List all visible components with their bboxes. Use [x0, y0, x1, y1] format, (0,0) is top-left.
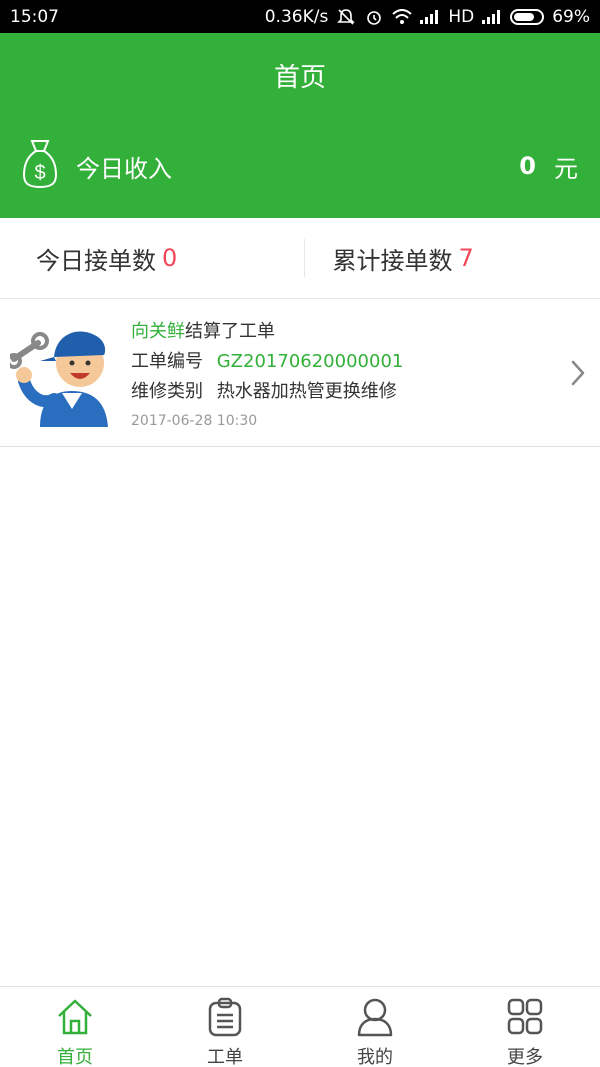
today-orders-value: 0 — [162, 244, 178, 272]
money-bag-icon: $ — [22, 139, 58, 193]
tab-home[interactable]: 首页 — [0, 987, 150, 1067]
income-label: 今日收入 — [76, 154, 172, 183]
income-unit: 元 — [554, 154, 578, 183]
order-list-item[interactable]: 向关鲜结算了工单 工单编号 GZ20170620000001 维修类别 热水器加… — [0, 299, 600, 447]
cell-signal-icon — [420, 8, 440, 26]
today-orders: 今日接单数 0 — [0, 241, 304, 276]
order-action: 结算了工单 — [185, 321, 275, 342]
wifi-icon — [392, 8, 412, 26]
mute-bell-icon — [336, 8, 356, 26]
battery-level: 69% — [552, 6, 590, 27]
network-speed: 0.36K/s — [264, 6, 329, 27]
tab-orders[interactable]: 工单 — [150, 987, 300, 1067]
bottom-tab-bar: 首页 工单 我的 更多 — [0, 986, 600, 1067]
order-timestamp: 2017-06-28 10:30 — [131, 413, 258, 429]
tab-mine-label: 我的 — [357, 1047, 393, 1067]
cell-signal-2-icon — [482, 8, 502, 26]
tab-more-label: 更多 — [507, 1047, 543, 1067]
home-header: 首页 $ 今日收入 0 元 — [0, 33, 600, 218]
repairman-avatar — [6, 319, 122, 427]
tab-mine[interactable]: 我的 — [300, 987, 450, 1067]
repair-type-label: 维修类别 — [131, 381, 203, 402]
alarm-icon — [364, 8, 384, 26]
order-summary: 向关鲜结算了工单 — [131, 317, 403, 347]
svg-text:$: $ — [34, 162, 45, 184]
today-income-row: $ 今日收入 0 元 — [22, 139, 578, 193]
user-icon — [356, 997, 394, 1041]
tab-home-label: 首页 — [57, 1047, 93, 1067]
order-number: GZ20170620000001 — [216, 351, 404, 372]
tab-more[interactable]: 更多 — [450, 987, 600, 1067]
order-stats: 今日接单数 0 累计接单数 7 — [0, 218, 600, 299]
total-orders: 累计接单数 7 — [303, 239, 600, 277]
today-orders-label: 今日接单数 — [36, 246, 156, 275]
signal-label: HD — [448, 6, 475, 27]
order-number-label: 工单编号 — [131, 351, 203, 372]
home-icon — [56, 997, 94, 1041]
tab-orders-label: 工单 — [207, 1047, 243, 1067]
order-number-row: 工单编号 GZ20170620000001 — [131, 347, 403, 377]
battery-icon — [510, 8, 545, 25]
total-orders-value: 7 — [458, 244, 474, 272]
chevron-right-icon[interactable] — [570, 359, 586, 387]
total-orders-label: 累计接单数 — [332, 246, 453, 275]
order-details: 向关鲜结算了工单 工单编号 GZ20170620000001 维修类别 热水器加… — [131, 317, 403, 432]
page-title: 首页 — [273, 63, 326, 93]
income-amount: 0 — [519, 152, 536, 180]
status-time: 15:07 — [10, 6, 59, 27]
clipboard-icon — [206, 997, 244, 1041]
grid-icon — [506, 997, 544, 1041]
repair-type: 热水器加热管更换维修 — [216, 381, 397, 402]
order-user-name: 向关鲜 — [131, 321, 185, 342]
repair-type-row: 维修类别 热水器加热管更换维修 — [131, 377, 403, 407]
status-bar: 15:07 0.36K/s HD 69% — [0, 0, 600, 33]
